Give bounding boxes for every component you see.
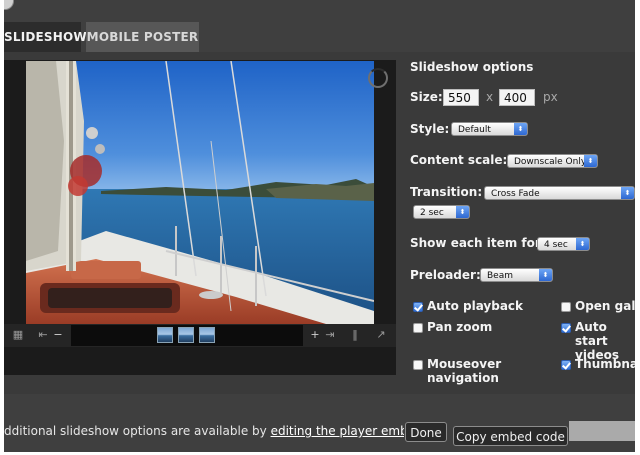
pause-icon[interactable]: ‖ [350, 328, 360, 342]
transition-label: Transition: [410, 185, 483, 199]
chevron-updown-icon: ⬍ [539, 269, 552, 281]
slideshow-options: Slideshow options Size: 550 x 400 px Sty… [410, 52, 635, 394]
open-gallery-label: Open galler [575, 299, 635, 313]
auto-playback-label: Auto playback [427, 299, 524, 313]
tab-content: ▦ ⇤ − + ⇥ ‖ ↗ Slideshow options Size: 55… [4, 52, 635, 394]
mouseover-navigation-checkbox[interactable] [413, 360, 423, 370]
width-field[interactable]: 550 [443, 89, 479, 106]
transition-duration-select[interactable]: 2 sec ⬍ [413, 205, 470, 219]
thumbnail-1[interactable] [157, 327, 173, 343]
footer-note-text: dditional slideshow options are availabl… [4, 424, 271, 438]
chevron-updown-icon: ⬍ [514, 123, 527, 135]
style-select[interactable]: Default ⬍ [451, 122, 528, 136]
edit-player-embed-link[interactable]: editing the player embed [271, 424, 404, 438]
auto-start-videos-checkbox[interactable] [561, 323, 571, 333]
auto-playback-checkbox[interactable] [413, 302, 423, 312]
transition-value: Cross Fade [491, 189, 540, 199]
next-icon[interactable]: ⇥ [323, 328, 337, 342]
preloader-label: Preloader: [410, 268, 481, 282]
open-gallery-checkbox[interactable] [561, 302, 571, 312]
options-title: Slideshow options [410, 60, 534, 74]
grid-icon[interactable]: ▦ [12, 328, 24, 342]
footer-panel [569, 421, 635, 441]
dialog-footer: dditional slideshow options are availabl… [4, 394, 635, 452]
content-scale-value: Downscale Only [514, 157, 587, 167]
copy-embed-code-button[interactable]: Copy embed code [453, 426, 568, 446]
preloader-value: Beam [487, 271, 513, 281]
chevron-updown-icon: ⬍ [584, 155, 597, 167]
content-scale-label: Content scale: [410, 153, 508, 167]
size-label: Size: [410, 90, 443, 104]
chevron-updown-icon: ⬍ [456, 206, 469, 218]
tab-slideshow[interactable]: SLIDESHOW [4, 22, 87, 52]
zoom-out-icon[interactable]: − [53, 328, 63, 342]
tab-mobile-poster[interactable]: MOBILE POSTER [86, 22, 199, 52]
auto-start-videos-label: Auto start videos [575, 320, 620, 362]
thumbnail-3[interactable] [199, 327, 215, 343]
height-field[interactable]: 400 [499, 89, 535, 106]
popout-icon[interactable]: ↗ [375, 328, 387, 342]
title-bar [4, 0, 635, 22]
thumbnail-2[interactable] [178, 327, 194, 343]
thumbnail-checkbox[interactable] [561, 360, 571, 370]
content-scale-select[interactable]: Downscale Only ⬍ [507, 154, 598, 168]
chevron-updown-icon: ⬍ [576, 238, 589, 250]
chevron-updown-icon: ⬍ [621, 187, 634, 199]
style-value: Default [458, 125, 491, 135]
loading-spinner-icon [368, 68, 388, 88]
size-unit: px [543, 90, 558, 104]
zoom-in-icon[interactable]: + [310, 328, 320, 342]
tab-bar: SLIDESHOW MOBILE POSTER [4, 22, 635, 52]
thumbnail-label: Thumbnail [575, 357, 635, 371]
pan-zoom-checkbox[interactable] [413, 323, 423, 333]
transition-duration-value: 2 sec [420, 208, 444, 218]
done-button[interactable]: Done [405, 422, 447, 442]
show-each-select[interactable]: 4 sec ⬍ [537, 237, 590, 251]
previous-icon[interactable]: ⇤ [36, 328, 50, 342]
sailboat-photo [26, 61, 374, 324]
slideshow-preview: ▦ ⇤ − + ⇥ ‖ ↗ [4, 60, 396, 375]
player-controls: ▦ ⇤ − + ⇥ ‖ ↗ [4, 324, 396, 347]
embed-dialog: SLIDESHOW MOBILE POSTER ▦ ⇤ − + ⇥ ‖ ↗ Sl… [4, 0, 635, 452]
transition-select[interactable]: Cross Fade ⬍ [484, 186, 635, 200]
show-each-label: Show each item for: [410, 236, 546, 250]
show-each-value: 4 sec [544, 240, 568, 250]
pan-zoom-label: Pan zoom [427, 320, 493, 334]
size-times: x [486, 90, 494, 104]
footer-note: dditional slideshow options are availabl… [4, 424, 404, 438]
thumbnail-strip [71, 325, 303, 346]
style-label: Style: [410, 122, 450, 136]
window-control-icon[interactable] [4, 0, 14, 10]
preloader-select[interactable]: Beam ⬍ [480, 268, 553, 282]
mouseover-navigation-label: Mouseover navigation [427, 357, 502, 385]
